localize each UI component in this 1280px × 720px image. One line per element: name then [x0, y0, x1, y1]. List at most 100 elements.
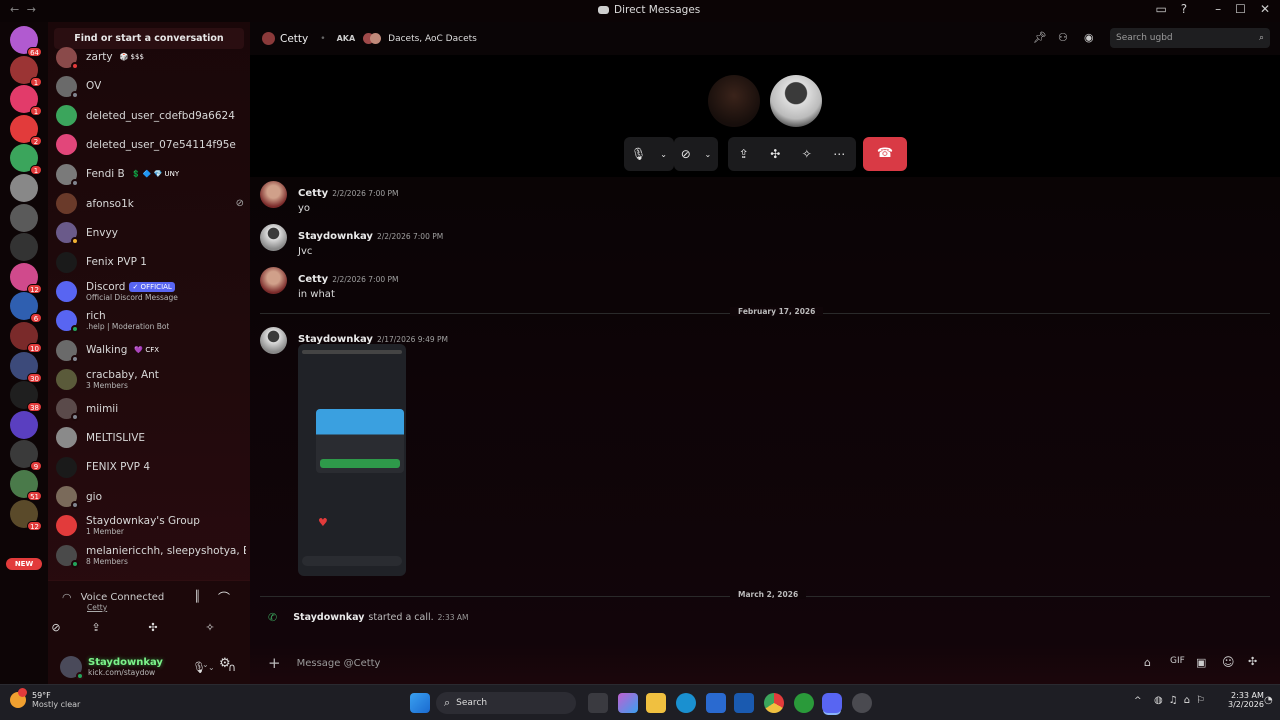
forward-icon[interactable]: →: [27, 3, 36, 16]
message-author[interactable]: Cetty: [298, 188, 328, 199]
server-icon[interactable]: 1: [10, 85, 42, 117]
gift-icon[interactable]: ⌂: [1144, 656, 1151, 669]
add-attachment-icon[interactable]: +: [268, 654, 281, 672]
server-icon[interactable]: 64: [10, 26, 42, 57]
search-input[interactable]: Search ugbd ⌕: [1110, 28, 1270, 48]
app-icon[interactable]: [852, 693, 872, 713]
user-info[interactable]: Staydownkay kick.com/staydow: [88, 657, 163, 677]
server-icon[interactable]: 30: [10, 351, 42, 383]
clock[interactable]: 2:33 AM 3/2/2026: [1228, 691, 1264, 709]
chrome-icon[interactable]: [764, 693, 784, 713]
message-author[interactable]: Cetty: [298, 274, 328, 285]
pin-icon[interactable]: 📌︎: [1033, 31, 1047, 44]
dm-item[interactable]: miimii: [56, 395, 246, 423]
chevron-up-icon[interactable]: ^: [1134, 696, 1142, 706]
inbox-icon[interactable]: ▭: [1155, 2, 1166, 16]
emoji-icon[interactable]: ☺: [1222, 655, 1235, 669]
minimize-icon[interactable]: –: [1215, 2, 1221, 16]
screen-share-icon[interactable]: ⇪: [739, 147, 749, 161]
new-unreads-pill[interactable]: NEW: [6, 558, 42, 570]
notification-icon[interactable]: ◔: [1264, 695, 1273, 706]
voice-channel-link[interactable]: Cetty: [87, 603, 107, 612]
edge-icon[interactable]: [676, 693, 696, 713]
camera-off-button[interactable]: ⊘: [42, 619, 70, 637]
maximize-icon[interactable]: ☐: [1235, 2, 1246, 16]
app-icon[interactable]: [618, 693, 638, 713]
avatar[interactable]: [260, 224, 287, 251]
dm-item[interactable]: deleted_user_07e54114f95e: [56, 131, 246, 159]
server-icon[interactable]: 1: [10, 55, 42, 87]
chevron-down-icon[interactable]: ⌄: [208, 663, 215, 672]
dm-item[interactable]: Walking 💜 CFX: [56, 336, 246, 364]
weather-widget[interactable]: 59°F Mostly clear: [10, 688, 80, 709]
sticker-icon[interactable]: ▣: [1196, 656, 1206, 669]
message-input[interactable]: + Message @Cetty ⌂ GIF ▣ ☺ ✣: [260, 649, 1270, 677]
dm-item[interactable]: FENIX PVP 4: [56, 453, 246, 481]
file-explorer-icon[interactable]: [646, 693, 666, 713]
dm-item[interactable]: zarty 🎲 $$$: [56, 43, 246, 71]
task-view-icon[interactable]: [588, 693, 608, 713]
help-icon[interactable]: ?: [1181, 2, 1187, 16]
dm-item[interactable]: cracbaby, Ant 3 Members: [56, 365, 246, 393]
avatar[interactable]: [60, 656, 84, 680]
dm-item[interactable]: afonso1k ⊘: [56, 190, 246, 218]
server-icon[interactable]: [10, 203, 38, 232]
server-icon[interactable]: 10: [10, 322, 42, 353]
end-call-button[interactable]: ☎: [863, 137, 907, 171]
profile-icon[interactable]: ◉: [1084, 31, 1094, 44]
server-icon[interactable]: 2: [10, 114, 42, 146]
participant-avatar[interactable]: [770, 75, 822, 127]
server-icon[interactable]: 51: [10, 470, 42, 501]
screen-share-button[interactable]: ⇪: [82, 619, 110, 637]
dm-item[interactable]: gio: [56, 483, 246, 511]
avatar[interactable]: [260, 267, 287, 294]
dm-item[interactable]: MELTISLIVE: [56, 424, 246, 452]
channel-name[interactable]: Cetty: [280, 33, 308, 45]
taskbar-search[interactable]: ⌕ Search: [436, 692, 576, 714]
activities-button[interactable]: ✣: [139, 619, 167, 637]
message-author[interactable]: Staydownkay: [298, 231, 373, 242]
close-icon[interactable]: ✕: [1260, 2, 1270, 16]
avatar[interactable]: [260, 181, 287, 208]
back-icon[interactable]: ←: [10, 3, 19, 16]
dm-item[interactable]: Fendi B 💲 🔷 💎 UNY: [56, 160, 246, 188]
image-attachment[interactable]: ♥: [298, 344, 406, 576]
add-friends-icon[interactable]: ⚇: [1058, 31, 1068, 44]
dm-item[interactable]: Fenix PVP 1: [56, 248, 246, 276]
dm-item[interactable]: Discord ✓ OFFICIAL Official Discord Messag…: [56, 277, 246, 305]
server-icon[interactable]: 9: [10, 440, 42, 472]
dm-item[interactable]: deleted_user_cdefbd9a6624: [56, 102, 246, 130]
dm-item[interactable]: OV: [56, 72, 246, 100]
avatar[interactable]: [260, 327, 287, 354]
dm-item[interactable]: Envyy: [56, 219, 246, 247]
store-icon[interactable]: [706, 693, 726, 713]
start-button[interactable]: [410, 693, 430, 713]
server-icon[interactable]: 12: [10, 499, 42, 531]
dm-item[interactable]: rich .help | Moderation Bot: [56, 307, 246, 335]
server-icon[interactable]: [10, 233, 38, 262]
mic-control[interactable]: 🎙︎ ⌄: [624, 137, 674, 171]
camera-control[interactable]: ⊘ ⌄: [674, 137, 718, 171]
soundboard-button[interactable]: ✧: [196, 619, 224, 637]
disconnect-icon[interactable]: ⌒: [218, 589, 230, 606]
server-icon[interactable]: [10, 174, 38, 202]
call-event-author[interactable]: Staydownkay: [293, 612, 364, 623]
noise-suppression-icon[interactable]: ║: [194, 590, 201, 603]
xbox-icon[interactable]: [794, 693, 814, 713]
participant-avatar[interactable]: [708, 75, 760, 127]
gif-icon[interactable]: GIF: [1170, 656, 1185, 666]
dm-item[interactable]: melaniericchh, sleepyshotya, B... 8 Membe…: [56, 541, 246, 569]
apps-icon[interactable]: ✣: [1248, 655, 1257, 668]
server-icon[interactable]: 12: [10, 262, 42, 294]
tray-icons[interactable]: ◍♫⌂⚐: [1154, 695, 1211, 706]
server-icon[interactable]: 38: [10, 381, 42, 413]
aka-names[interactable]: Dacets, AoC Dacets: [388, 34, 477, 44]
settings-icon[interactable]: ⚙: [219, 656, 231, 671]
dm-item[interactable]: Staydownkay's Group 1 Member: [56, 512, 246, 540]
server-icon[interactable]: 1: [10, 144, 42, 176]
server-icon[interactable]: [10, 410, 38, 439]
server-icon[interactable]: 6: [10, 292, 42, 324]
outlook-icon[interactable]: [734, 693, 754, 713]
more-icon[interactable]: ⋯: [833, 147, 845, 161]
activities-icon[interactable]: ✣: [770, 147, 780, 161]
